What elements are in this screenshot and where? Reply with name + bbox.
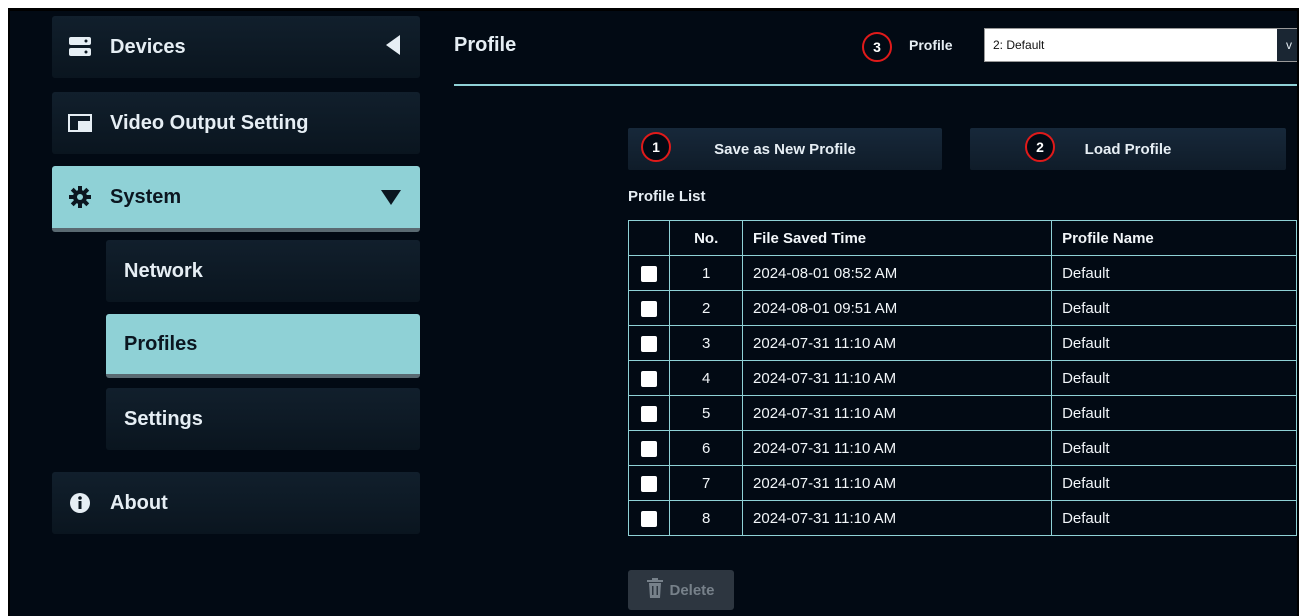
row-name: Default bbox=[1051, 325, 1297, 361]
table-row: 6 2024-07-31 11:10 AM Default bbox=[627, 430, 1297, 466]
video-output-icon bbox=[68, 111, 92, 135]
sidebar-item-label: System bbox=[110, 185, 182, 208]
table-row: 2 2024-08-01 09:51 AM Default bbox=[627, 290, 1297, 326]
save-as-new-profile-button[interactable]: Save as New Profile bbox=[628, 128, 942, 170]
row-time: 2024-07-31 11:10 AM bbox=[742, 325, 1053, 361]
page-title: Profile bbox=[454, 34, 517, 56]
table-row: 1 2024-08-01 08:52 AM Default bbox=[627, 255, 1297, 291]
row-checkbox[interactable] bbox=[641, 405, 658, 422]
header-no: No. bbox=[669, 220, 744, 256]
table-row: 7 2024-07-31 11:10 AM Default bbox=[627, 465, 1297, 501]
row-name: Default bbox=[1051, 395, 1297, 431]
sidebar-item-label: Video Output Setting bbox=[110, 111, 309, 134]
expand-down-arrow-icon[interactable] bbox=[380, 188, 402, 212]
header-select bbox=[627, 220, 671, 256]
row-no: 5 bbox=[669, 395, 744, 431]
profile-select-label: Profile bbox=[909, 37, 953, 53]
sidebar-item-settings[interactable]: Settings bbox=[106, 388, 420, 450]
row-no: 4 bbox=[669, 360, 744, 396]
row-no: 1 bbox=[669, 255, 744, 291]
row-time: 2024-07-31 11:10 AM bbox=[742, 430, 1053, 466]
delete-button[interactable]: Delete bbox=[628, 570, 734, 610]
row-time: 2024-07-31 11:10 AM bbox=[742, 465, 1053, 501]
sidebar-item-network[interactable]: Network bbox=[106, 240, 420, 302]
header-profile-name: Profile Name bbox=[1051, 220, 1297, 256]
row-time: 2024-07-31 11:10 AM bbox=[742, 500, 1053, 536]
load-profile-button[interactable]: Load Profile bbox=[970, 128, 1286, 170]
profile-list-label: Profile List bbox=[628, 188, 706, 205]
profile-select-value: 2: Default bbox=[993, 38, 1045, 52]
step-badge-1: 1 bbox=[641, 132, 671, 162]
profile-select[interactable]: 2: Default v bbox=[984, 28, 1297, 62]
row-name: Default bbox=[1051, 290, 1297, 326]
step-badge-2: 2 bbox=[1025, 132, 1055, 162]
row-no: 3 bbox=[669, 325, 744, 361]
table-header-row: No. File Saved Time Profile Name bbox=[627, 220, 1297, 256]
step-badge-3: 3 bbox=[862, 32, 892, 62]
sidebar-item-system[interactable]: System bbox=[52, 166, 420, 232]
row-name: Default bbox=[1051, 360, 1297, 396]
row-time: 2024-08-01 08:52 AM bbox=[742, 255, 1053, 291]
row-no: 6 bbox=[669, 430, 744, 466]
table-row: 4 2024-07-31 11:10 AM Default bbox=[627, 360, 1297, 396]
sidebar-item-about[interactable]: About bbox=[52, 472, 420, 534]
top-border bbox=[10, 8, 1297, 11]
button-label: Delete bbox=[669, 581, 715, 599]
button-label: Load Profile bbox=[1084, 140, 1172, 158]
row-name: Default bbox=[1051, 255, 1297, 291]
gear-icon bbox=[68, 185, 92, 209]
info-icon bbox=[68, 491, 92, 515]
table-row: 3 2024-07-31 11:10 AM Default bbox=[627, 325, 1297, 361]
sidebar-item-label: Devices bbox=[110, 35, 186, 58]
chevron-down-icon[interactable]: v bbox=[1277, 29, 1297, 61]
row-checkbox[interactable] bbox=[641, 265, 658, 282]
sidebar-item-label: About bbox=[110, 491, 168, 514]
collapse-left-arrow-icon[interactable] bbox=[384, 34, 402, 62]
header-divider bbox=[454, 84, 1297, 86]
row-checkbox[interactable] bbox=[641, 370, 658, 387]
row-no: 8 bbox=[669, 500, 744, 536]
devices-icon bbox=[68, 35, 92, 59]
row-checkbox[interactable] bbox=[641, 510, 658, 527]
sidebar-item-devices[interactable]: Devices bbox=[52, 16, 420, 78]
trash-icon bbox=[647, 578, 664, 602]
row-name: Default bbox=[1051, 430, 1297, 466]
row-no: 7 bbox=[669, 465, 744, 501]
row-time: 2024-07-31 11:10 AM bbox=[742, 395, 1053, 431]
row-time: 2024-08-01 09:51 AM bbox=[742, 290, 1053, 326]
row-time: 2024-07-31 11:10 AM bbox=[742, 360, 1053, 396]
row-checkbox[interactable] bbox=[641, 335, 658, 352]
row-checkbox[interactable] bbox=[641, 440, 658, 457]
row-no: 2 bbox=[669, 290, 744, 326]
table-row: 8 2024-07-31 11:10 AM Default bbox=[627, 500, 1297, 536]
row-name: Default bbox=[1051, 500, 1297, 536]
profile-table: No. File Saved Time Profile Name 1 2024-… bbox=[627, 220, 1297, 536]
sidebar-item-profiles[interactable]: Profiles bbox=[106, 314, 420, 378]
row-name: Default bbox=[1051, 465, 1297, 501]
sidebar-item-label: Settings bbox=[124, 407, 203, 430]
header-file-saved-time: File Saved Time bbox=[742, 220, 1053, 256]
sidebar-item-label: Profiles bbox=[124, 332, 198, 355]
table-row: 5 2024-07-31 11:10 AM Default bbox=[627, 395, 1297, 431]
button-label: Save as New Profile bbox=[714, 140, 856, 158]
app-frame: Devices Video Output Setting System Netw… bbox=[8, 8, 1299, 616]
sidebar-item-label: Network bbox=[124, 259, 203, 282]
row-checkbox[interactable] bbox=[641, 300, 658, 317]
row-checkbox[interactable] bbox=[641, 475, 658, 492]
sidebar-item-video-output-setting[interactable]: Video Output Setting bbox=[52, 92, 420, 154]
